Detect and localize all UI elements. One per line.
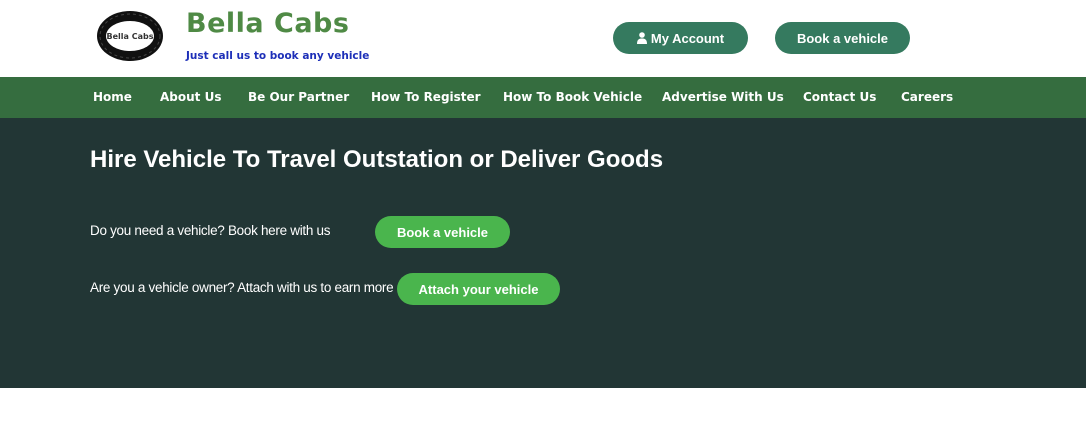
book-prompt-text: Do you need a vehicle? Book here with us (90, 223, 331, 238)
hero-title: Hire Vehicle To Travel Outstation or Del… (90, 146, 664, 173)
hero-section: Hire Vehicle To Travel Outstation or Del… (0, 118, 1086, 388)
site-header: Bella Cabs Bella Cabs Just call us to bo… (0, 0, 1086, 77)
main-nav: Home About Us Be Our Partner How To Regi… (0, 77, 1086, 118)
header-book-vehicle-button[interactable]: Book a vehicle (775, 22, 910, 54)
nav-item-about-us[interactable]: About Us (160, 77, 221, 118)
tire-logo-icon[interactable]: Bella Cabs (96, 10, 164, 62)
nav-item-home[interactable]: Home (93, 77, 132, 118)
logo-text: Bella Cabs (107, 32, 154, 41)
hero-book-vehicle-button[interactable]: Book a vehicle (375, 216, 510, 248)
nav-item-how-to-register[interactable]: How To Register (371, 77, 481, 118)
nav-item-how-to-book-vehicle[interactable]: How To Book Vehicle (503, 77, 642, 118)
nav-item-careers[interactable]: Careers (901, 77, 953, 118)
tagline: Just call us to book any vehicle (186, 50, 370, 62)
user-icon (636, 32, 647, 44)
my-account-button[interactable]: My Account (613, 22, 748, 54)
nav-item-contact-us[interactable]: Contact Us (803, 77, 876, 118)
nav-item-advertise-with-us[interactable]: Advertise With Us (662, 77, 784, 118)
header-book-vehicle-label: Book a vehicle (796, 30, 889, 46)
attach-vehicle-button[interactable]: Attach your vehicle (397, 273, 560, 305)
brand-name[interactable]: Bella Cabs (186, 8, 349, 39)
nav-item-be-our-partner[interactable]: Be Our Partner (248, 77, 349, 118)
attach-prompt-text: Are you a vehicle owner? Attach with us … (90, 280, 394, 295)
my-account-label: My Account (650, 30, 725, 46)
